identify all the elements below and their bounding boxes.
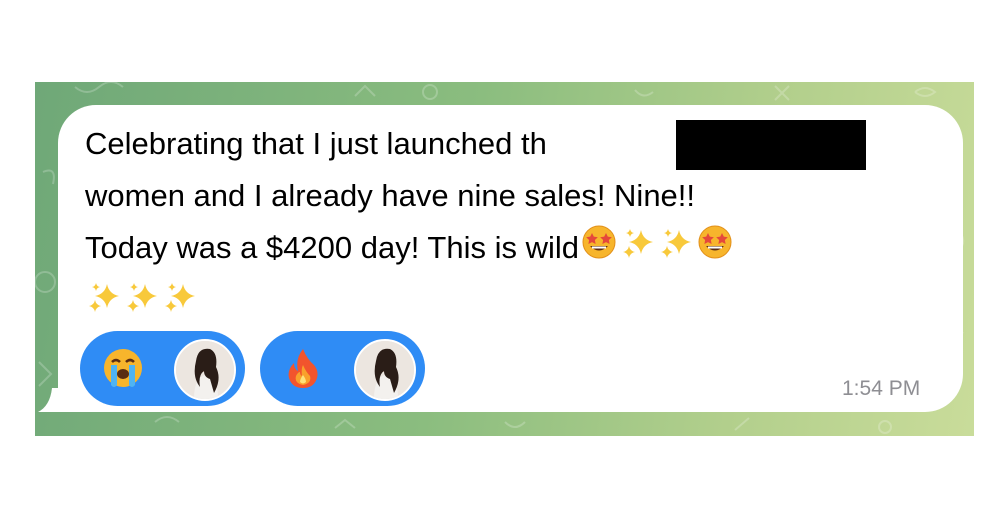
sparkles-emoji-icon xyxy=(659,224,693,276)
reaction-crying[interactable] xyxy=(80,331,245,406)
loudly-crying-face-icon xyxy=(100,345,146,396)
reactor-avatar xyxy=(354,339,416,401)
reaction-fire[interactable] xyxy=(260,331,425,406)
sparkles-emoji-icon xyxy=(621,224,655,276)
message-line-3-text: Today was a $4200 day! This is wild xyxy=(85,230,579,265)
star-struck-emoji-icon xyxy=(581,224,617,276)
sparkles-emoji-icon xyxy=(163,278,197,330)
star-struck-emoji-icon xyxy=(697,224,733,276)
sparkles-emoji-icon xyxy=(87,278,121,330)
redaction-bar xyxy=(676,120,866,170)
bubble-tail xyxy=(38,388,60,412)
sparkles-emoji-icon xyxy=(125,278,159,330)
message-line-3: Today was a $4200 day! This is wild xyxy=(85,222,945,276)
message-timestamp: 1:54 PM xyxy=(842,377,921,400)
message-line-2: women and I already have nine sales! Nin… xyxy=(85,178,696,213)
fire-icon xyxy=(280,345,326,396)
reactor-avatar xyxy=(174,339,236,401)
message-line-4 xyxy=(85,276,945,330)
